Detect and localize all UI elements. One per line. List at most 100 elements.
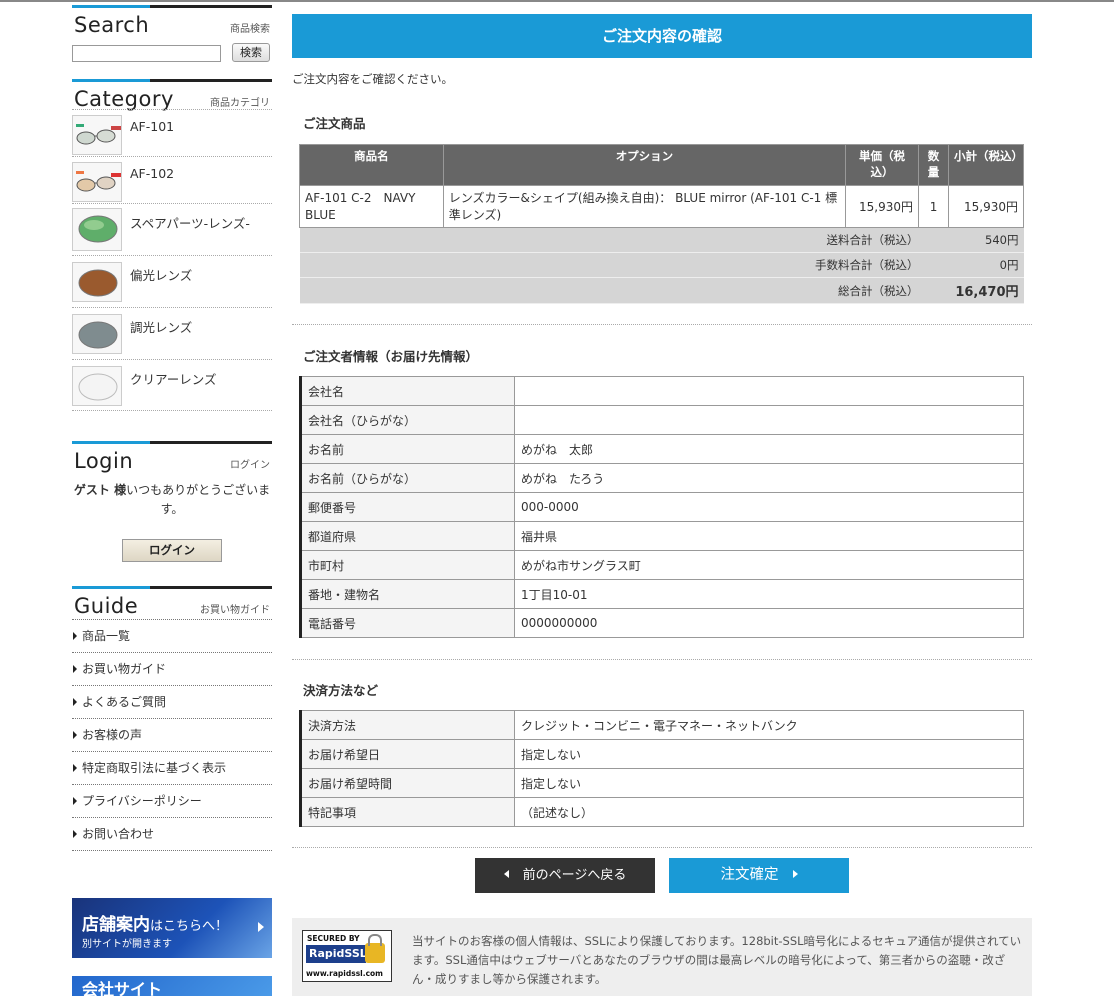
guide-link-faq[interactable]: よくあるご質問 [72,686,272,719]
triangle-right-icon [73,830,77,838]
total-label: 総合計（税込） [299,277,949,304]
category-item-af101[interactable]: AF-101 [72,109,272,156]
info-key: 番地・建物名 [300,579,515,609]
search-button[interactable]: 検索 [232,43,270,62]
guide-link-voices[interactable]: お客様の声 [72,719,272,752]
guide-section-header: Guide お買い物ガイド [72,586,272,620]
payment-info-table: 決済方法 クレジット・コンビニ・電子マネー・ネットバンク お届け希望日 指定しない … [299,710,1024,827]
category-label: スペアパーツ-レンズ- [130,216,250,231]
info-value [514,376,1024,406]
category-subheading: 商品カテゴリ [210,98,270,109]
rapidssl-logo[interactable]: SECURED BY RapidSSL www.rapidssl.com [302,930,392,982]
top-border [0,0,1114,2]
info-value: めがね市サングラス町 [514,550,1024,580]
category-label: 偏光レンズ [130,268,193,283]
fee-label: 手数料合計（税込） [299,252,949,278]
info-key: 市町村 [300,550,515,580]
info-row-payment-method: 決済方法 クレジット・コンビニ・電子マネー・ネットバンク [300,710,1024,740]
login-greeting: ゲスト 様いつもありがとうございます。 [72,481,272,519]
greeting-text: いつもありがとうございます。 [126,483,271,516]
guide-list: 商品一覧 お買い物ガイド よくあるご質問 お客様の声 特定商取引法に基づく表示 … [72,619,272,851]
category-item-af102[interactable]: AF-102 [72,156,272,203]
glasses-thumbnail [72,162,122,202]
login-heading: Login [74,449,134,473]
guest-name: ゲスト 様 [73,483,127,497]
info-value [514,405,1024,435]
company-site-banner[interactable]: 会社サイト [72,976,272,996]
category-label: 調光レンズ [130,320,193,335]
search-heading: Search [74,13,150,37]
lens-thumbnail [72,314,122,354]
login-button[interactable]: ログイン [122,539,222,562]
search-input[interactable] [72,45,221,62]
col-header-subtotal: 小計（税込） [948,144,1024,186]
info-value: 指定しない [514,739,1024,769]
triangle-right-icon [73,665,77,673]
info-row-name: お名前 めがね 太郎 [300,434,1024,464]
info-row-phone: 電話番号 0000000000 [300,608,1024,638]
col-header-qty: 数量 [918,144,950,186]
banner-title-suffix: はこちらへ！ [150,919,229,934]
guide-link-products[interactable]: 商品一覧 [72,620,272,653]
info-key: お名前 [300,434,515,464]
info-row-notes: 特記事項 （記述なし） [300,797,1024,827]
triangle-left-icon [503,870,509,878]
info-key: お届け希望時間 [300,768,515,798]
triangle-right-icon [73,698,77,706]
guide-link-label: よくあるご質問 [82,695,167,709]
info-key: 決済方法 [300,710,515,740]
lens-thumbnail [72,366,122,406]
search-section-header: Search 商品検索 [72,5,272,39]
triangle-right-icon [73,632,77,640]
category-heading: Category [74,87,174,111]
category-list: AF-101 AF-102 スペアパーツ-レンズ- 偏光レンズ 調光レンズ クリ… [72,109,272,411]
ssl-description: 当サイトのお客様の個人情報は、SSLにより保護しております。128bit-SSL… [412,934,1022,986]
main-content: ご注文内容の確認 ご注文内容をご確認ください。 ご注文商品 商品名 オプション … [292,14,1032,848]
guide-link-label: 特定商取引法に基づく表示 [82,761,227,775]
info-value: 指定しない [514,768,1024,798]
guide-link-label: お問い合わせ [82,827,155,841]
category-label: AF-101 [130,119,175,134]
category-section-header: Category 商品カテゴリ [72,79,272,113]
guide-link-label: お買い物ガイド [82,662,167,676]
info-key: お届け希望日 [300,739,515,769]
info-row-company-kana: 会社名（ひらがな） [300,405,1024,435]
lens-thumbnail [72,208,122,251]
product-subtotal: 15,930円 [948,185,1024,228]
info-key: お名前（ひらがな） [300,463,515,493]
info-key: 郵便番号 [300,492,515,522]
guide-link-legal[interactable]: 特定商取引法に基づく表示 [72,752,272,785]
info-row-address: 番地・建物名 1丁目10-01 [300,579,1024,609]
guide-link-shopping-guide[interactable]: お買い物ガイド [72,653,272,686]
guide-link-privacy[interactable]: プライバシーポリシー [72,785,272,818]
product-qty: 1 [918,185,950,228]
padlock-icon [365,934,385,963]
info-row-name-kana: お名前（ひらがな） めがね たろう [300,463,1024,493]
login-section-header: Login ログイン [72,441,272,475]
category-item-spare-lens[interactable]: スペアパーツ-レンズ- [72,203,272,255]
category-item-photochromic-lens[interactable]: 調光レンズ [72,307,272,359]
fee-row: 手数料合計（税込） 0円 [299,252,1024,278]
confirm-order-button[interactable]: 注文確定 [669,858,849,893]
intro-text: ご注文内容をご確認ください。 [292,72,453,86]
divider [292,324,1032,325]
triangle-right-icon [73,797,77,805]
info-row-company: 会社名 [300,376,1024,406]
info-key: 都道府県 [300,521,515,551]
info-key: 会社名（ひらがな） [300,405,515,435]
info-row-prefecture: 都道府県 福井県 [300,521,1024,551]
category-label: クリアーレンズ [130,372,217,387]
page-title: ご注文内容の確認 [292,14,1032,58]
guide-link-label: 商品一覧 [82,629,131,643]
banner-title-main: 店舗案内 [82,915,150,935]
product-option: レンズカラー&シェイプ(組み換え自由)： BLUE mirror (AF-101… [442,185,847,228]
info-key: 特記事項 [300,797,515,827]
guide-link-contact[interactable]: お問い合わせ [72,818,272,851]
back-button-label: 前のページへ戻る [522,868,627,883]
store-info-banner[interactable]: 店舗案内はこちらへ！ 別サイトが開きます [72,898,272,958]
category-item-clear-lens[interactable]: クリアーレンズ [72,359,272,411]
back-button[interactable]: 前のページへ戻る [475,858,655,893]
info-row-postal: 郵便番号 000-0000 [300,492,1024,522]
category-item-polarized-lens[interactable]: 偏光レンズ [72,255,272,307]
orderer-info-table: 会社名 会社名（ひらがな） お名前 めがね 太郎 お名前（ひらがな） めがね たろう… [299,376,1024,638]
